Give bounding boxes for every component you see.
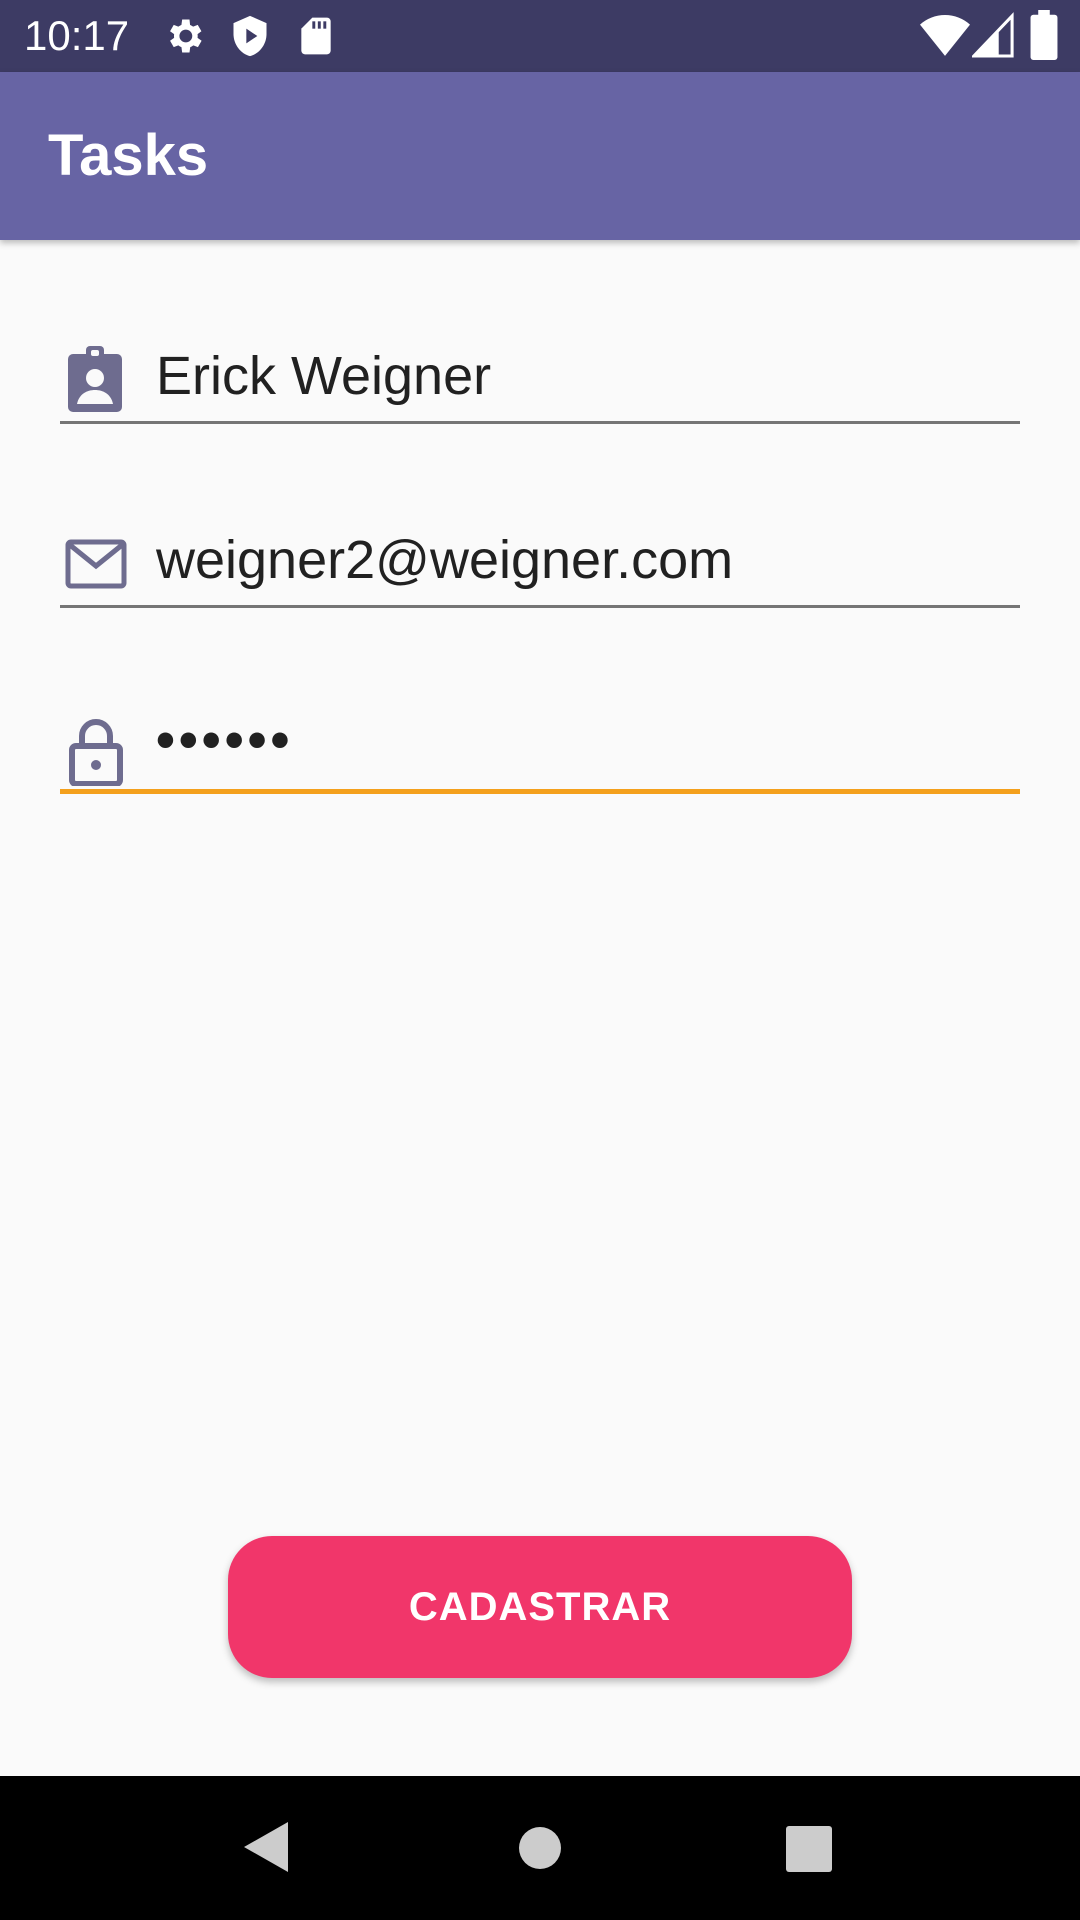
app-title: Tasks [48,123,209,188]
lock-icon [69,719,123,786]
screen: 10:17 Tasks Erick Weigner weigner2@weign… [0,0,1080,1920]
password-field-underline [60,789,1020,794]
signal-icon [972,12,1014,58]
name-field[interactable]: Erick Weigner [60,324,1020,424]
register-button[interactable]: CADASTRAR [228,1536,852,1678]
back-icon[interactable] [244,1822,288,1872]
recents-icon[interactable] [786,1826,832,1872]
home-icon[interactable] [518,1826,562,1870]
email-input[interactable]: weigner2@weigner.com [156,528,1006,592]
password-input[interactable]: •••••• [156,708,1006,772]
gear-icon [170,19,202,53]
status-bar: 10:17 [0,0,1080,72]
mail-icon [65,539,127,589]
name-field-underline [60,421,1020,424]
sd-card-icon [301,17,331,55]
status-time: 10:17 [24,12,130,59]
name-input[interactable]: Erick Weigner [156,344,1006,408]
password-field[interactable]: •••••• [60,694,1020,794]
contact-badge-icon [68,346,122,412]
app-bar: Tasks [0,72,1080,240]
shield-icon [233,15,267,57]
email-field[interactable]: weigner2@weigner.com [60,508,1020,608]
navigation-bar [0,1776,1080,1920]
battery-icon [1030,10,1058,60]
wifi-icon [920,15,970,56]
email-field-underline [60,605,1020,608]
